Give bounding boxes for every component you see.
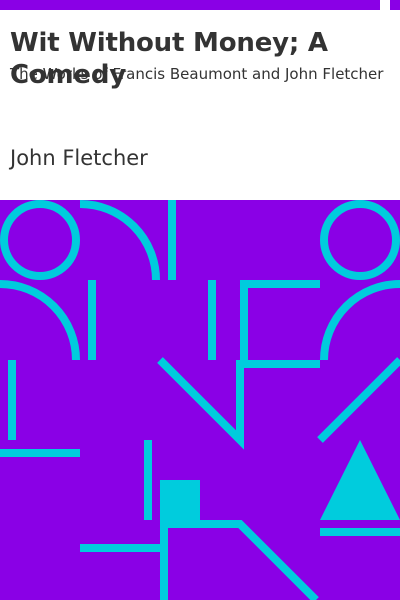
book-subtitle: The Works of Francis Beaumont and John F… [10, 65, 384, 83]
pattern-diagonal-right [317, 357, 400, 443]
pattern-diagonal-center [157, 357, 244, 450]
pattern-triangle [320, 440, 400, 520]
book-author: John Fletcher [10, 146, 148, 170]
corner-tab [380, 0, 390, 10]
pattern-arc-mid-right [320, 280, 400, 361]
pattern-arc-top-center [79, 200, 160, 281]
book-cover: Wit Without Money; A Comedy The Works of… [0, 0, 400, 600]
pattern-f-shape [240, 280, 320, 368]
pattern-square [160, 480, 200, 520]
pattern-arc-mid-left [0, 280, 80, 361]
pattern-diagonal-bottom [160, 520, 319, 600]
title-panel: Wit Without Money; A Comedy The Works of… [0, 10, 400, 200]
pattern-circle-left [0, 200, 80, 280]
top-strip [0, 0, 400, 10]
cover-pattern [0, 200, 400, 600]
pattern-circle-right [320, 200, 400, 280]
